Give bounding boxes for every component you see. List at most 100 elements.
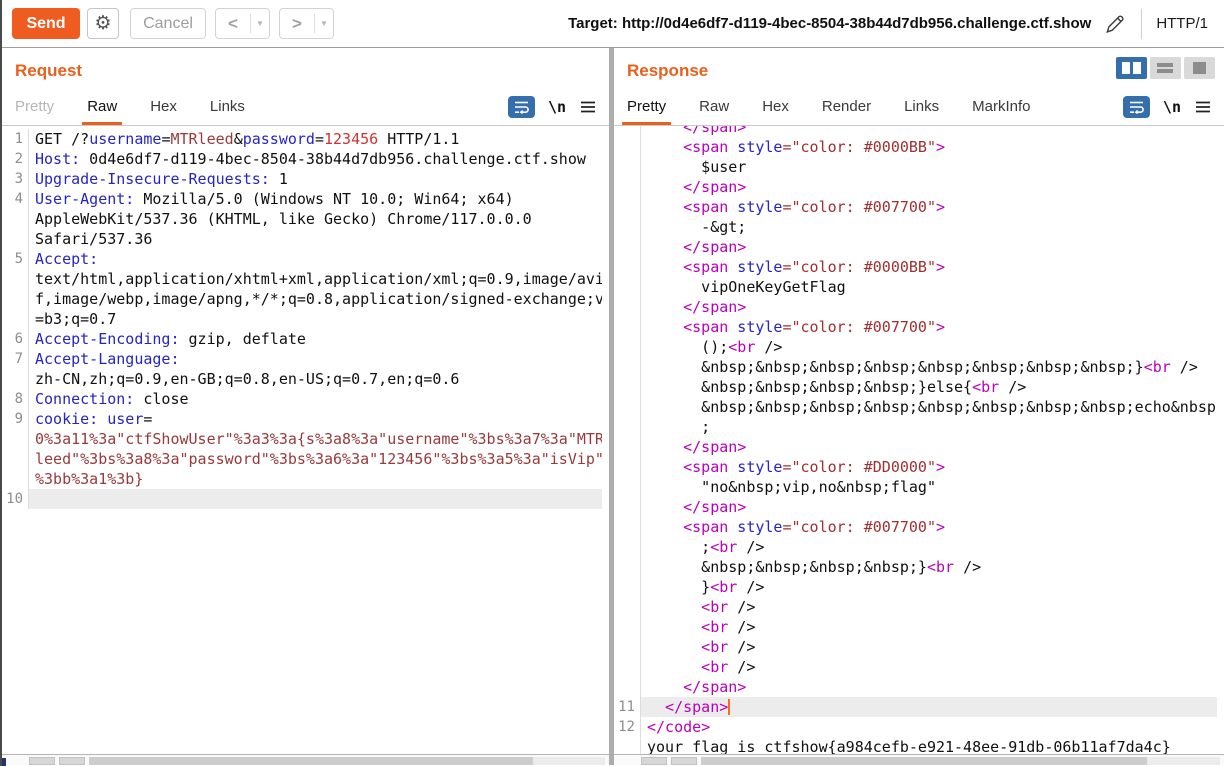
burp-repeater-window: Send ⚙ Cancel < ▼ > ▼ Target: http://0d4… xyxy=(0,0,1224,766)
line-number xyxy=(2,309,28,329)
request-horizontal-scrollbar[interactable] xyxy=(2,754,609,765)
line-number: 11 xyxy=(618,699,635,715)
scroll-thumb[interactable] xyxy=(89,757,533,765)
line-number xyxy=(614,137,640,157)
code-line: leed"%3bs%3a8%3a"password"%3bs%3a6%3a"12… xyxy=(2,449,609,469)
code-line: $user xyxy=(614,157,1224,177)
request-word-wrap-button[interactable] xyxy=(507,95,535,118)
tab-pretty[interactable]: Pretty xyxy=(621,88,672,125)
toolbar-divider xyxy=(1141,8,1143,39)
response-horizontal-scrollbar[interactable] xyxy=(613,754,1224,765)
response-menu-button[interactable] xyxy=(1194,99,1212,115)
tab-render[interactable]: Render xyxy=(822,88,871,125)
tab-pretty: Pretty xyxy=(15,98,55,115)
code-line: <span style="color: #007700"> xyxy=(614,317,1224,337)
code-line: 10 xyxy=(2,489,609,509)
edit-target-icon[interactable] xyxy=(1103,12,1127,36)
line-number: 7 xyxy=(14,351,23,367)
code-line: </span> xyxy=(614,297,1224,317)
scroll-track[interactable] xyxy=(89,757,605,765)
scroll-button[interactable] xyxy=(59,757,85,765)
single-view-button[interactable] xyxy=(1183,57,1215,79)
scroll-thumb[interactable] xyxy=(700,757,1148,765)
code-line: ;<br /> xyxy=(614,537,1224,557)
code-line: <span style="color: #0000BB"> xyxy=(614,257,1224,277)
request-show-newlines-button[interactable]: \n xyxy=(548,98,566,116)
line-number xyxy=(614,197,640,217)
back-history-dropdown-icon[interactable]: ▼ xyxy=(251,19,269,28)
line-number xyxy=(614,257,640,277)
word-wrap-icon xyxy=(1129,101,1144,114)
scroll-track[interactable] xyxy=(700,757,1220,765)
line-number xyxy=(614,537,640,557)
request-menu-button[interactable] xyxy=(579,99,597,115)
rows-icon xyxy=(1157,63,1174,73)
line-number: 4 xyxy=(14,191,23,207)
tab-hex[interactable]: Hex xyxy=(150,88,177,125)
line-number: 3 xyxy=(14,171,23,187)
code-line: 4 User-Agent: Mozilla/5.0 (Windows NT 10.… xyxy=(2,189,609,209)
side-by-side-view-button[interactable] xyxy=(1115,57,1147,79)
tab-markinfo[interactable]: MarkInfo xyxy=(972,88,1030,125)
code-line: </span> xyxy=(614,126,1224,137)
code-line: <span style="color: #0000BB"> xyxy=(614,137,1224,157)
layout-view-buttons xyxy=(1115,57,1215,79)
request-settings-button[interactable]: ⚙ xyxy=(87,8,119,39)
send-button[interactable]: Send xyxy=(12,8,80,39)
response-tab-bar: Pretty Raw Hex Render Links MarkInfo \n xyxy=(613,88,1224,126)
target-label: Target: http://0d4e6df7-d119-4bec-8504-3… xyxy=(568,15,1092,32)
tab-raw[interactable]: Raw xyxy=(699,88,729,125)
line-number xyxy=(614,657,640,677)
line-number xyxy=(614,517,640,537)
line-number xyxy=(2,269,28,289)
scroll-button[interactable] xyxy=(29,757,55,765)
tab-links[interactable]: Links xyxy=(210,88,245,125)
editor-split: Request Pretty Raw Hex Links \n 1 GET /?… xyxy=(2,48,1224,765)
http-version-label[interactable]: HTTP/1 xyxy=(1156,15,1208,32)
back-button[interactable]: < ▼ xyxy=(215,8,270,39)
single-pane-icon xyxy=(1192,62,1206,74)
code-line: 12 </code> xyxy=(614,717,1224,737)
line-number: 12 xyxy=(618,719,635,735)
forward-button[interactable]: > ▼ xyxy=(279,8,334,39)
back-arrow-icon: < xyxy=(228,13,238,33)
code-line: zh-CN,zh;q=0.9,en-GB;q=0.8,en-US;q=0.7,e… xyxy=(2,369,609,389)
code-line: 9 cookie: user= xyxy=(2,409,609,429)
line-number xyxy=(614,417,640,437)
line-number xyxy=(2,229,28,249)
code-line: </span> xyxy=(614,437,1224,457)
line-number xyxy=(614,597,640,617)
code-line: AppleWebKit/537.36 (KHTML, like Gecko) C… xyxy=(2,209,609,229)
response-show-newlines-button[interactable]: \n xyxy=(1163,98,1181,116)
code-line: <br /> xyxy=(614,657,1224,677)
code-line: <span style="color: #DD0000"> xyxy=(614,457,1224,477)
line-number xyxy=(614,477,640,497)
tab-hex[interactable]: Hex xyxy=(762,88,789,125)
forward-history-dropdown-icon[interactable]: ▼ xyxy=(315,19,333,28)
code-line: </span> xyxy=(614,237,1224,257)
response-word-wrap-button[interactable] xyxy=(1122,95,1150,118)
line-number: 9 xyxy=(14,411,23,427)
line-number xyxy=(614,337,640,357)
code-line: 2 Host: 0d4e6df7-d119-4bec-8504-38b44d7db… xyxy=(2,149,609,169)
scroll-button[interactable] xyxy=(670,757,697,765)
line-number xyxy=(614,457,640,477)
response-viewer[interactable]: </span> <span style="color: #0000BB"> $u… xyxy=(614,126,1224,754)
code-line: 0%3a11%3a"ctfShowUser"%3a3%3a{s%3a8%3a"u… xyxy=(2,429,609,449)
tab-links[interactable]: Links xyxy=(904,88,939,125)
code-line: <span style="color: #007700"> xyxy=(614,197,1224,217)
line-number xyxy=(614,317,640,337)
line-number: 8 xyxy=(14,391,23,407)
line-number xyxy=(614,297,640,317)
line-number: 6 xyxy=(14,331,23,347)
stacked-view-button[interactable] xyxy=(1149,57,1181,79)
code-line: text/html,application/xhtml+xml,applicat… xyxy=(2,269,609,289)
word-wrap-icon xyxy=(514,101,529,114)
request-editor[interactable]: 1 GET /?username=MTRleed&password=123456 … xyxy=(2,126,609,754)
line-number xyxy=(614,397,640,417)
code-line: %3bb%3a1%3b} xyxy=(2,469,609,489)
scroll-button[interactable] xyxy=(640,757,667,765)
tab-raw[interactable]: Raw xyxy=(82,88,123,125)
cancel-button[interactable]: Cancel xyxy=(130,8,206,39)
line-number xyxy=(614,237,640,257)
